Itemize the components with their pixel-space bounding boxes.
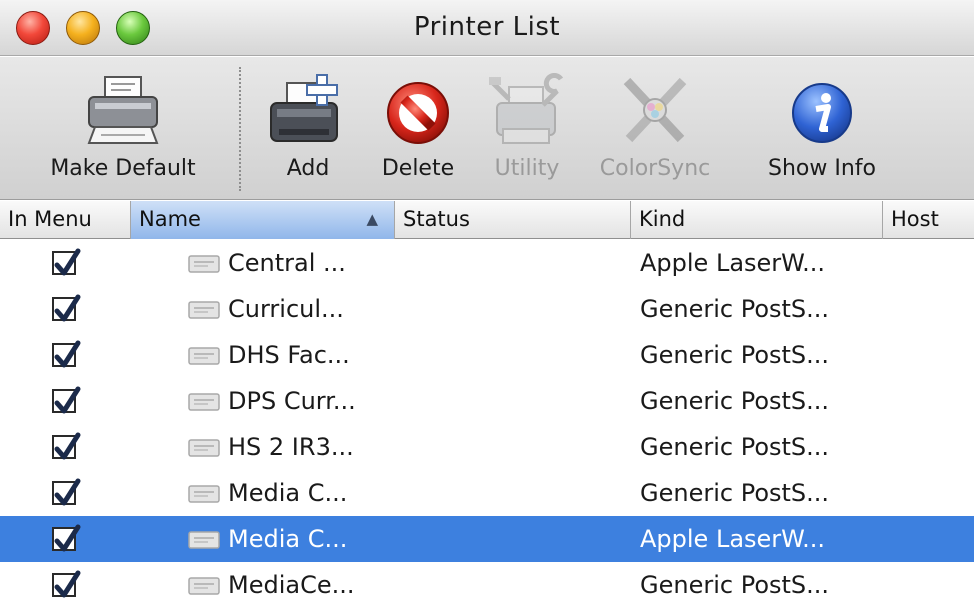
add-label: Add xyxy=(286,156,330,181)
printer-name-cell: Media C... xyxy=(228,479,348,507)
column-header-in-menu[interactable]: In Menu xyxy=(0,201,131,239)
in-menu-checkbox[interactable] xyxy=(52,432,81,460)
delete-button[interactable]: Delete xyxy=(366,57,470,200)
colorsync-icon xyxy=(623,77,687,143)
no-entry-icon xyxy=(387,82,449,144)
in-menu-checkbox[interactable] xyxy=(52,248,81,276)
toolbar-separator xyxy=(239,67,241,191)
checkmark-icon xyxy=(54,524,81,552)
in-menu-checkbox[interactable] xyxy=(52,340,81,368)
table-row[interactable]: DHS Fac... Generic PostS... xyxy=(0,332,974,378)
toolbar: Make Default Add Delete Utility ColorSyn… xyxy=(0,57,974,200)
printer-name-cell: Central ... xyxy=(228,249,346,277)
colorsync-button[interactable]: ColorSync xyxy=(584,57,726,200)
checkmark-icon xyxy=(54,432,81,460)
printer-icon xyxy=(87,76,159,144)
printer-table-body: Central ... Apple LaserW... Curricul... … xyxy=(0,240,974,608)
checkmark-icon xyxy=(54,386,81,414)
printer-kind-cell: Generic PostS... xyxy=(640,341,830,369)
printer-small-icon xyxy=(188,485,220,503)
printer-kind-cell: Generic PostS... xyxy=(640,433,830,461)
column-header-kind[interactable]: Kind xyxy=(631,201,883,239)
printer-small-icon xyxy=(188,531,220,549)
show-info-button[interactable]: Show Info xyxy=(748,57,896,200)
table-row[interactable]: Media C... Generic PostS... xyxy=(0,470,974,516)
in-menu-checkbox[interactable] xyxy=(52,524,81,552)
printer-name-cell: Media C... xyxy=(228,525,348,553)
printer-name-cell: DPS Curr... xyxy=(228,387,356,415)
column-header-host[interactable]: Host xyxy=(883,201,974,239)
column-header-status[interactable]: Status xyxy=(395,201,631,239)
printer-small-icon xyxy=(188,577,220,595)
make-default-label: Make Default xyxy=(50,156,196,181)
printer-kind-cell: Generic PostS... xyxy=(640,387,830,415)
printer-small-icon xyxy=(188,347,220,365)
delete-label: Delete xyxy=(381,156,455,181)
checkmark-icon xyxy=(54,570,81,598)
add-button[interactable]: Add xyxy=(260,57,356,200)
column-header-name-label: Name xyxy=(139,207,201,231)
printer-name-cell: MediaCe... xyxy=(228,571,355,599)
printer-kind-cell: Apple LaserW... xyxy=(640,249,826,277)
printer-name-cell: DHS Fac... xyxy=(228,341,350,369)
in-menu-checkbox[interactable] xyxy=(52,294,81,322)
printer-small-icon xyxy=(188,393,220,411)
column-header-name[interactable]: Name ▲ xyxy=(131,201,395,239)
utility-button[interactable]: Utility xyxy=(480,57,574,200)
table-row[interactable]: Curricul... Generic PostS... xyxy=(0,286,974,332)
printer-name-cell: Curricul... xyxy=(228,295,344,323)
table-row[interactable]: MediaCe... Generic PostS... xyxy=(0,562,974,608)
printer-kind-cell: Generic PostS... xyxy=(640,295,830,323)
printer-kind-cell: Generic PostS... xyxy=(640,479,830,507)
window-title: Printer List xyxy=(413,12,561,42)
printer-small-icon xyxy=(188,301,220,319)
info-icon xyxy=(792,83,852,143)
printer-name-cell: HS 2 IR3... xyxy=(228,433,354,461)
printer-add-icon xyxy=(270,74,338,142)
in-menu-checkbox[interactable] xyxy=(52,386,81,414)
table-header: In Menu Name ▲ Status Kind Host xyxy=(0,201,974,239)
make-default-button[interactable]: Make Default xyxy=(18,57,228,200)
table-row[interactable]: DPS Curr... Generic PostS... xyxy=(0,378,974,424)
colorsync-label: ColorSync xyxy=(599,156,711,181)
utility-label: Utility xyxy=(494,156,560,181)
checkmark-icon xyxy=(54,294,81,322)
show-info-label: Show Info xyxy=(768,156,876,181)
printer-tools-icon xyxy=(489,73,564,144)
checkmark-icon xyxy=(54,248,81,276)
printer-small-icon xyxy=(188,255,220,273)
printer-small-icon xyxy=(188,439,220,457)
printer-kind-cell: Apple LaserW... xyxy=(640,525,826,553)
checkmark-icon xyxy=(54,340,81,368)
table-row[interactable]: Central ... Apple LaserW... xyxy=(0,240,974,286)
table-row[interactable]: Media C... Apple LaserW... xyxy=(0,516,974,562)
in-menu-checkbox[interactable] xyxy=(52,478,81,506)
printer-kind-cell: Generic PostS... xyxy=(640,571,830,599)
sort-ascending-icon: ▲ xyxy=(366,210,378,228)
table-row[interactable]: HS 2 IR3... Generic PostS... xyxy=(0,424,974,470)
title-bar: Printer List xyxy=(0,0,974,56)
in-menu-checkbox[interactable] xyxy=(52,570,81,598)
checkmark-icon xyxy=(54,478,81,506)
